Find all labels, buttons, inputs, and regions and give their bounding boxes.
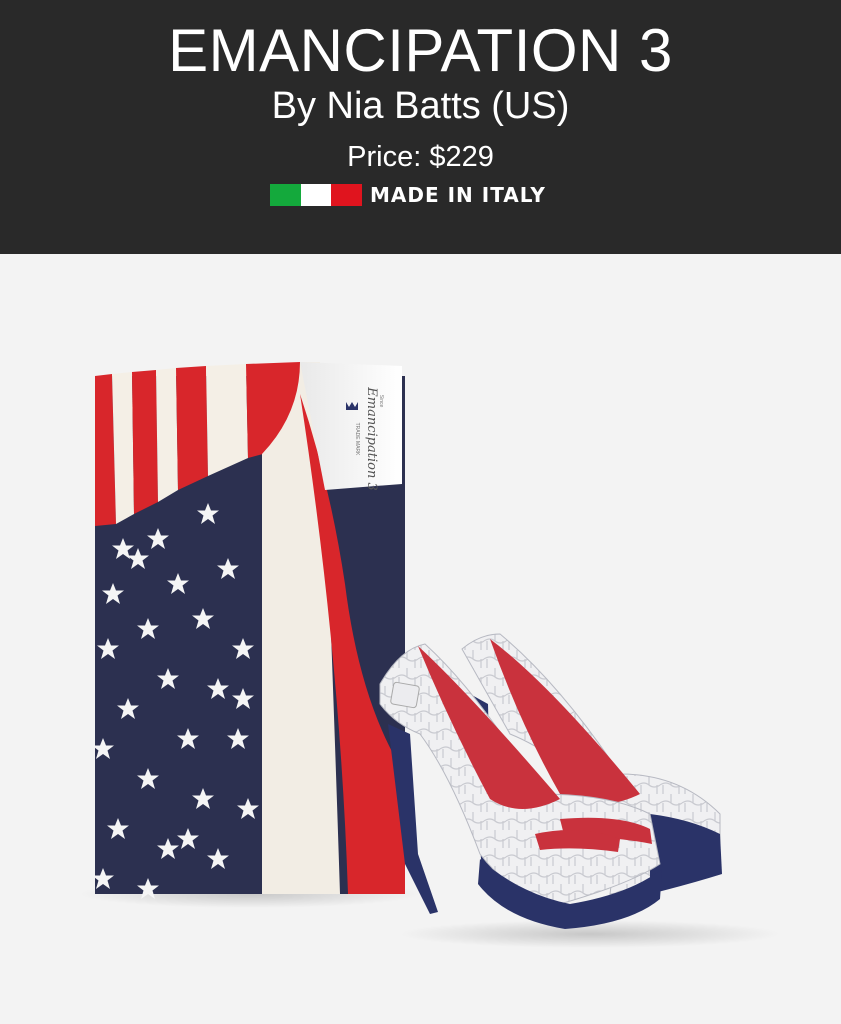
designer-byline: By Nia Batts (US) xyxy=(271,85,570,127)
shoe-brand-tag xyxy=(390,681,420,709)
box-trademark-text: TRADE MARK xyxy=(354,423,360,456)
shoe-box: Emancipation 3 TRADE MARK Since xyxy=(80,362,420,908)
italy-flag-icon xyxy=(270,184,363,206)
product-illustration: Emancipation 3 TRADE MARK Since xyxy=(80,362,780,948)
made-in-badge: MADE IN ITALY xyxy=(270,182,546,208)
box-brand-text: Emancipation 3 xyxy=(364,386,379,490)
box-since-text: Since xyxy=(378,395,384,408)
made-in-label: MADE IN ITALY xyxy=(370,183,546,207)
product-header: EMANCIPATION 3 By Nia Batts (US) Price: … xyxy=(0,0,841,254)
product-price: Price: $229 xyxy=(347,141,494,173)
shoes-pair xyxy=(379,633,780,948)
product-image: Emancipation 3 TRADE MARK Since xyxy=(0,254,841,1024)
product-title: EMANCIPATION 3 xyxy=(168,17,673,84)
